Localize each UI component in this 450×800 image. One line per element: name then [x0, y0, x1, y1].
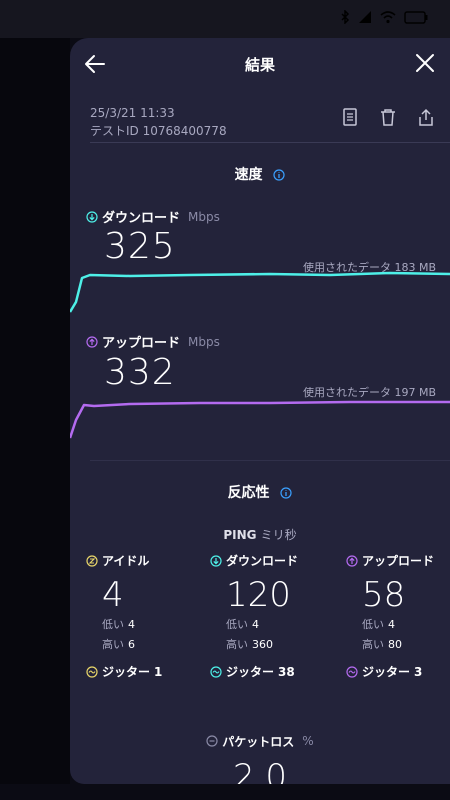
idle-low-value: 4: [128, 618, 135, 631]
low-label: 低い: [226, 618, 248, 631]
ping-title: PING ミリ秒: [70, 526, 450, 543]
bottom-bar: [0, 784, 450, 800]
download-jitter-value: 38: [278, 664, 295, 679]
packet-loss-label: パケットロス: [222, 734, 295, 749]
idle-ping-value: 4: [102, 575, 124, 615]
test-id: テストID 10768400778: [90, 124, 227, 138]
page-title: 結果: [244, 56, 275, 74]
download-low-value: 4: [252, 618, 259, 631]
header: 結果: [70, 38, 450, 90]
ping-upload-column: アップロード 58 低い 4 高い 80 ジッター 3: [346, 552, 450, 680]
battery-icon: [404, 10, 428, 24]
trash-icon[interactable]: [380, 108, 396, 126]
jitter-label: ジッター: [102, 665, 151, 679]
info-icon[interactable]: [280, 487, 293, 499]
bluetooth-icon: [341, 10, 350, 24]
upload-graph: [70, 400, 450, 439]
jitter-icon: [86, 665, 98, 678]
idle-icon: [86, 554, 98, 567]
jitter-icon: [210, 665, 222, 678]
high-label: 高い: [226, 638, 248, 651]
document-icon[interactable]: [342, 108, 358, 126]
info-icon[interactable]: [273, 169, 286, 181]
ping-unit: ミリ秒: [260, 528, 297, 542]
status-icons: [340, 10, 428, 24]
high-label: 高い: [102, 638, 124, 651]
divider: [90, 142, 450, 143]
upload-arrow-icon: [346, 554, 358, 567]
responsiveness-section-title: 反応性: [70, 482, 450, 502]
low-label: 低い: [102, 618, 124, 631]
upload-jitter-value: 3: [414, 664, 423, 679]
upload-low-value: 4: [388, 618, 395, 631]
result-panel: 結果 25/3/21 11:33 テストID 10768400778 速度 ダウ…: [70, 38, 450, 784]
upload-label-row: アップロード Mbps: [86, 332, 220, 351]
jitter-icon: [346, 665, 358, 678]
background-strip: [0, 38, 70, 800]
upload-ping-value: 58: [362, 575, 406, 615]
signal-icon: [359, 11, 371, 23]
speed-section-title: 速度: [70, 164, 450, 184]
download-ping-value: 120: [226, 575, 291, 615]
download-label: ダウンロード: [102, 211, 181, 226]
speed-title: 速度: [234, 167, 263, 183]
idle-jitter-value: 1: [154, 664, 163, 679]
download-ping-label: ダウンロード: [226, 554, 299, 568]
upload-label: アップロード: [102, 336, 181, 351]
download-label-row: ダウンロード Mbps: [86, 207, 220, 226]
packet-loss: パケットロス % 2.0: [70, 732, 450, 784]
download-high-value: 360: [252, 638, 273, 651]
idle-high-value: 6: [128, 638, 135, 651]
packet-loss-unit: %: [302, 734, 314, 748]
packet-loss-icon: [206, 735, 218, 747]
ping-label: PING: [223, 528, 257, 542]
ping-idle-column: アイドル 4 低い 4 高い 6 ジッター 1: [86, 552, 216, 680]
close-icon[interactable]: [414, 52, 436, 74]
status-bar: [0, 0, 450, 38]
upload-arrow-icon: [86, 335, 98, 348]
download-speed-value: 325: [104, 226, 176, 267]
section-divider: [90, 460, 450, 461]
download-graph: [70, 271, 450, 313]
download-arrow-icon: [86, 210, 98, 223]
packet-loss-value: 2.0: [232, 757, 288, 784]
low-label: 低い: [362, 618, 384, 631]
upload-unit: Mbps: [188, 334, 220, 349]
upload-high-value: 80: [388, 638, 402, 651]
test-date: 25/3/21 11:33: [90, 106, 175, 120]
download-arrow-icon: [210, 554, 222, 567]
idle-label: アイドル: [102, 554, 150, 568]
download-unit: Mbps: [188, 209, 220, 224]
upload-ping-label: アップロード: [362, 554, 435, 568]
jitter-label: ジッター: [362, 665, 411, 679]
share-icon[interactable]: [418, 108, 434, 126]
result-actions: [342, 108, 434, 126]
upload-speed-value: 332: [104, 352, 176, 393]
high-label: 高い: [362, 638, 384, 651]
ping-download-column: ダウンロード 120 低い 4 高い 360 ジッター 38: [210, 552, 340, 680]
wifi-icon: [380, 11, 396, 24]
jitter-label: ジッター: [226, 665, 275, 679]
responsiveness-title: 反応性: [227, 485, 270, 501]
